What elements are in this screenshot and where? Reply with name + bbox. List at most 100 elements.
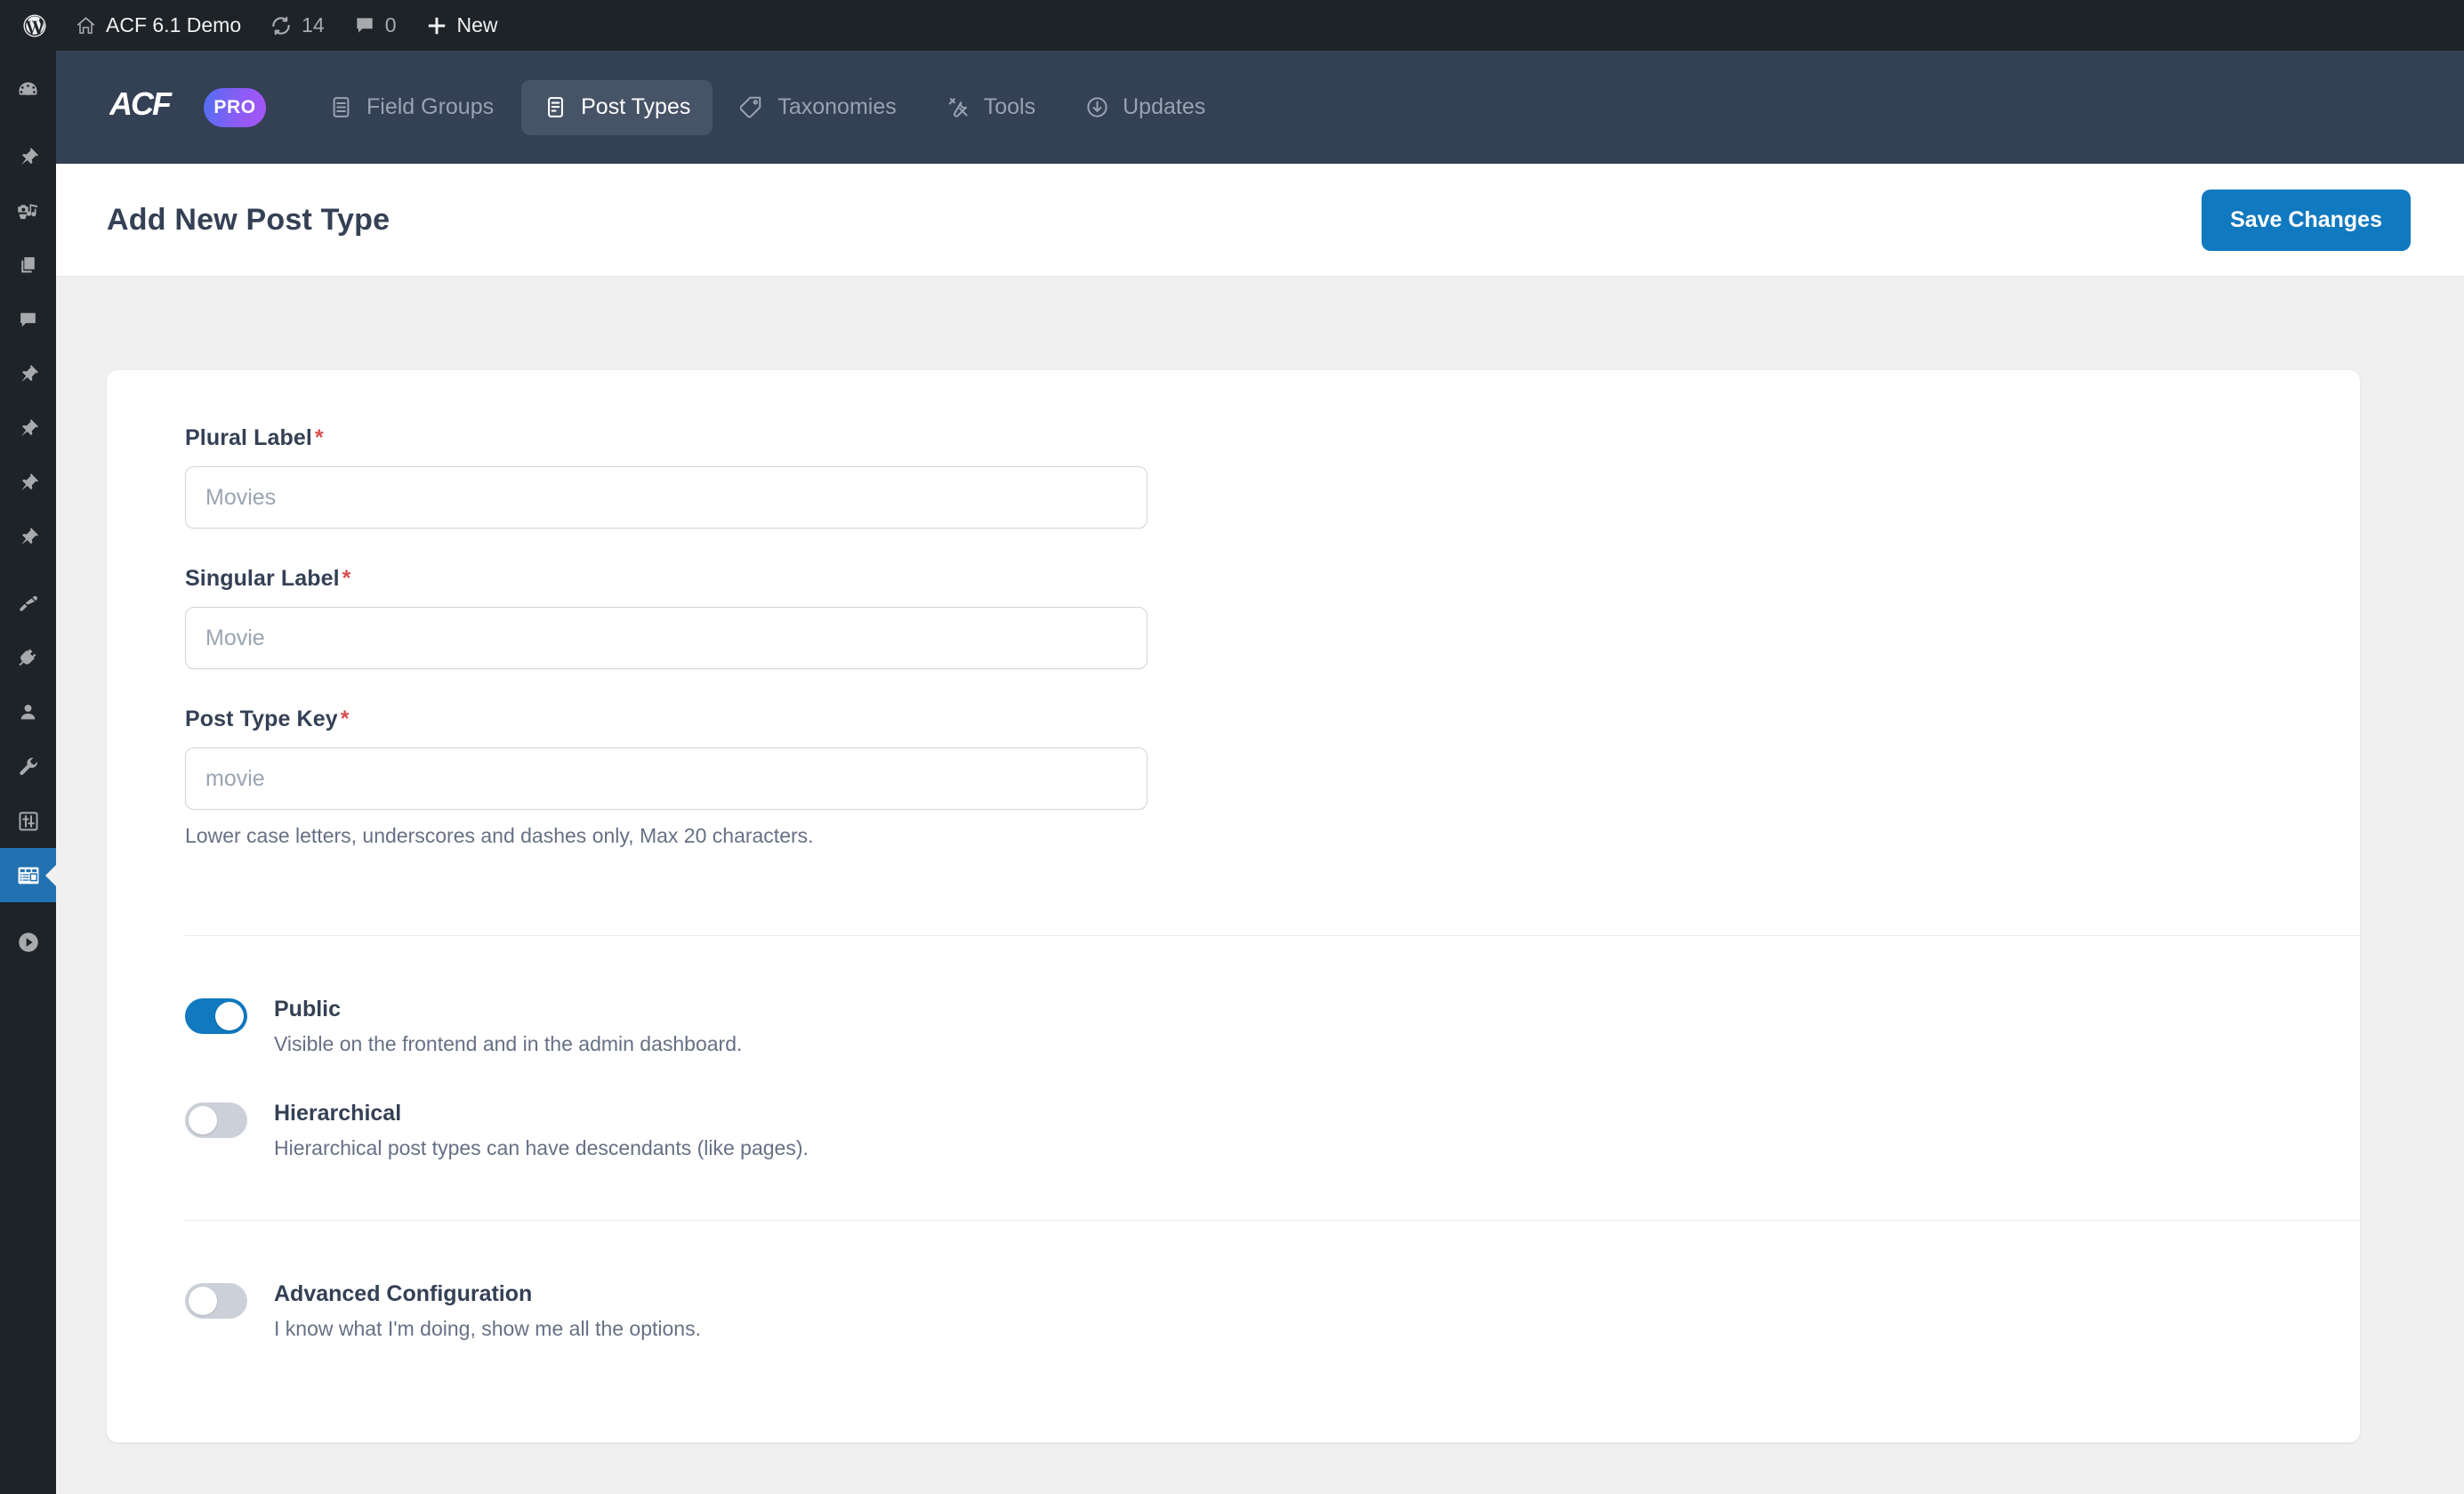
- wrench-icon: [17, 755, 40, 779]
- pin-icon: [17, 146, 39, 168]
- taxonomies-tag-icon: [740, 95, 764, 119]
- paintbrush-icon: [17, 593, 40, 616]
- sidebar-item-media-player[interactable]: [0, 915, 56, 969]
- hierarchical-toggle[interactable]: [185, 1102, 247, 1138]
- sidebar-item-tools[interactable]: [0, 739, 56, 794]
- user-icon: [17, 701, 39, 723]
- sidebar-item-users[interactable]: [0, 685, 56, 739]
- tab-taxonomies[interactable]: Taxonomies: [718, 80, 918, 135]
- post-type-key-instruction: Lower case letters, underscores and dash…: [185, 824, 814, 847]
- toggle-row-public[interactable]: Public Visible on the frontend and in th…: [185, 997, 2360, 1056]
- tab-tools[interactable]: Tools: [924, 80, 1058, 135]
- public-toggle-label: Public: [274, 997, 342, 1022]
- site-name-menu[interactable]: ACF 6.1 Demo: [60, 0, 255, 51]
- updates-refresh-icon: [270, 14, 293, 37]
- singular-label-text: Singular Label: [185, 566, 340, 591]
- singular-label-input[interactable]: [185, 607, 1147, 669]
- sidebar-item-appearance[interactable]: [0, 577, 56, 631]
- advanced-configuration-toggle-knob: [189, 1287, 217, 1315]
- hierarchical-toggle-label: Hierarchical: [274, 1101, 402, 1126]
- public-toggle-knob: [215, 1002, 244, 1030]
- tab-post-types[interactable]: Post Types: [521, 79, 713, 135]
- comments-menu[interactable]: 0: [339, 0, 411, 51]
- play-circle-icon: [16, 930, 41, 955]
- menu-spacer-top: [0, 51, 56, 63]
- comment-bubble-icon: [353, 14, 376, 37]
- advanced-configuration-toggle[interactable]: [185, 1283, 247, 1319]
- hierarchical-toggle-knob: [189, 1106, 217, 1135]
- sidebar-item-media[interactable]: [0, 184, 56, 238]
- acf-tab-list: Field Groups Post Types Taxonomies Tools…: [307, 79, 1228, 135]
- new-content-menu[interactable]: New: [411, 0, 512, 51]
- menu-spacer-2: [0, 564, 56, 577]
- pin-icon: [17, 472, 39, 494]
- plural-label-label: Plural Label *: [185, 425, 2360, 451]
- tools-icon: [946, 95, 970, 119]
- updates-menu[interactable]: 14: [255, 0, 339, 51]
- comments-count: 0: [384, 13, 397, 36]
- tab-field-groups[interactable]: Field Groups: [307, 80, 516, 135]
- hierarchical-toggle-description: Hierarchical post types can have descend…: [274, 1136, 809, 1159]
- pin-icon: [17, 363, 39, 385]
- page-title-bar: Add New Post Type Save Changes: [56, 164, 2464, 277]
- save-changes-button[interactable]: Save Changes: [2202, 189, 2411, 251]
- toggle-row-advanced-configuration[interactable]: Advanced Configuration I know what I'm d…: [185, 1281, 2360, 1341]
- sidebar-item-dashboard[interactable]: [0, 63, 56, 117]
- pages-icon: [17, 254, 39, 277]
- tab-field-groups-label: Field Groups: [366, 94, 495, 119]
- pin-icon: [17, 526, 39, 548]
- section-divider-1: [185, 935, 2363, 936]
- advanced-configuration-toggle-description: I know what I'm doing, show me all the o…: [274, 1317, 701, 1340]
- wp-admin-bar: ACF 6.1 Demo 14 0 New: [0, 0, 2464, 51]
- post-type-key-label: Post Type Key *: [185, 707, 2360, 732]
- plural-label-text: Plural Label: [185, 425, 312, 450]
- dashboard-gauge-icon: [16, 78, 40, 102]
- tab-updates-label: Updates: [1123, 94, 1206, 119]
- sidebar-item-pages[interactable]: [0, 238, 56, 293]
- pin-icon: [17, 417, 39, 440]
- menu-spacer-3: [0, 902, 56, 915]
- main-content-area: Plural Label* Singular Label* Post Type …: [56, 277, 2464, 1494]
- required-marker: *: [314, 425, 324, 450]
- field-groups-icon: [329, 95, 353, 119]
- home-icon: [75, 14, 97, 36]
- acf-pro-badge: PRO: [204, 87, 266, 127]
- sidebar-item-acf[interactable]: [0, 848, 56, 902]
- acf-brand[interactable]: ACF PRO: [109, 85, 266, 127]
- post-type-key-input[interactable]: [185, 747, 1147, 810]
- public-toggle[interactable]: [185, 998, 247, 1034]
- plural-label-input[interactable]: [185, 466, 1147, 529]
- updates-count: 14: [302, 13, 325, 36]
- sidebar-item-custom-post-type-3[interactable]: [0, 510, 56, 564]
- tab-tools-label: Tools: [983, 94, 1036, 119]
- field-plural-label: Plural Label *: [185, 425, 2360, 529]
- site-name-label: ACF 6.1 Demo: [106, 13, 242, 36]
- public-toggle-description: Visible on the frontend and in the admin…: [274, 1032, 743, 1055]
- post-type-settings-card: Plural Label* Singular Label* Post Type …: [107, 370, 2363, 1442]
- sliders-settings-icon: [17, 810, 40, 833]
- svg-text:ACF: ACF: [109, 88, 173, 122]
- field-post-type-key: Post Type Key* Lower case letters, under…: [185, 707, 2360, 848]
- acf-header-bar: ACF PRO Field Groups Post Types Taxonomi…: [56, 51, 2464, 164]
- sidebar-item-custom-post-type-1[interactable]: [0, 401, 56, 456]
- section-divider-2: [185, 1220, 2363, 1221]
- wordpress-logo-icon: [21, 12, 48, 39]
- advanced-configuration-toggle-texts: Advanced Configuration I know what I'm d…: [274, 1281, 701, 1341]
- sidebar-item-movies[interactable]: [0, 347, 56, 401]
- sidebar-item-plugins[interactable]: [0, 631, 56, 685]
- wp-admin-sidebar: [0, 51, 56, 1494]
- singular-label-label: Singular Label *: [185, 566, 2360, 592]
- media-camera-music-icon: [16, 199, 40, 223]
- tab-taxonomies-label: Taxonomies: [777, 94, 897, 119]
- tab-updates[interactable]: Updates: [1063, 80, 1228, 135]
- sidebar-item-settings[interactable]: [0, 794, 56, 848]
- comment-bubble-icon: [17, 309, 39, 331]
- sidebar-item-comments[interactable]: [0, 293, 56, 347]
- updates-download-icon: [1085, 95, 1109, 119]
- new-content-label: New: [456, 13, 498, 36]
- wp-logo-menu[interactable]: [9, 0, 60, 51]
- toggle-row-hierarchical[interactable]: Hierarchical Hierarchical post types can…: [185, 1101, 2360, 1160]
- sidebar-item-custom-post-type-2[interactable]: [0, 456, 56, 510]
- sidebar-item-posts[interactable]: [0, 130, 56, 184]
- required-marker: *: [342, 566, 351, 591]
